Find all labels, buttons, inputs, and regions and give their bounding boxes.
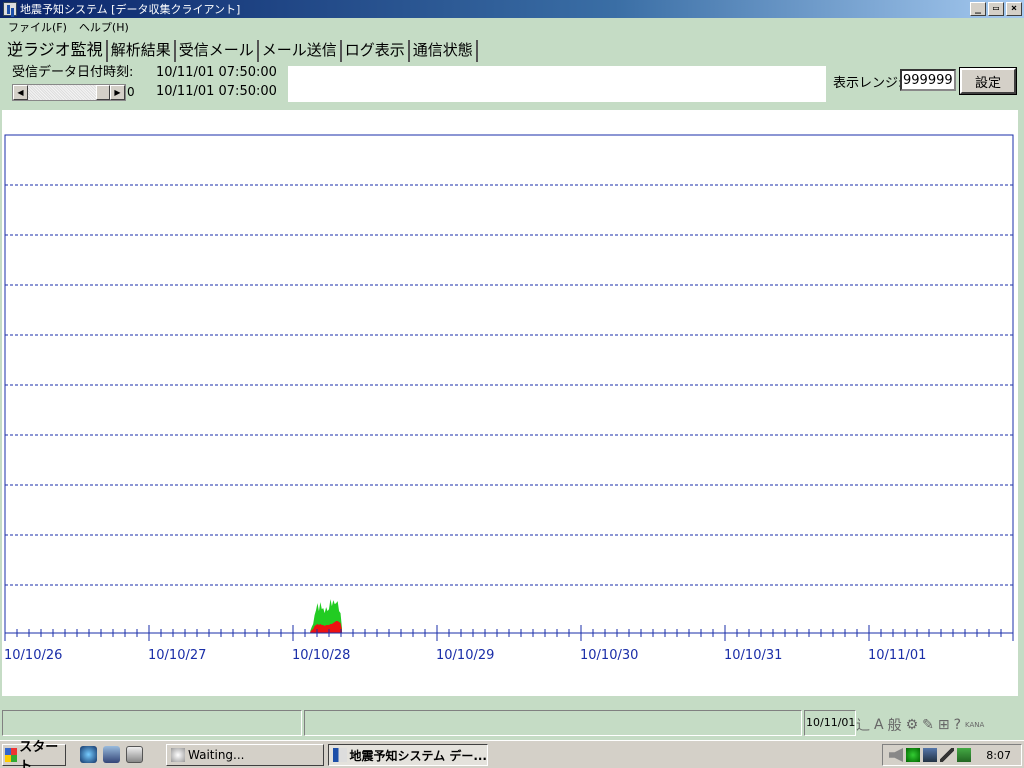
tab-received-mail[interactable]: 受信メール	[176, 40, 259, 62]
task-waiting[interactable]: Waiting...	[166, 744, 324, 766]
scroll-thumb[interactable]	[96, 85, 110, 100]
quick-launch	[80, 746, 143, 763]
ime-tools-icon[interactable]: ⚙	[906, 717, 919, 733]
receive-info: 受信データ日付時刻: 10/11/01 07:50:00	[12, 64, 277, 82]
set-button[interactable]: 設定	[959, 67, 1017, 95]
pen-icon[interactable]	[940, 748, 954, 762]
scroll-position-value: 0	[127, 85, 135, 99]
x-tick-label: 10/10/30	[580, 648, 638, 663]
internet-explorer-icon[interactable]	[80, 746, 97, 763]
menu-help[interactable]: ヘルプ(H)	[73, 19, 135, 35]
ime-toolbar: 辶 A 般 ⚙ ✎ ⊞ ? KANA	[856, 712, 1022, 738]
x-tick-label: 10/10/27	[148, 648, 206, 663]
app-icon[interactable]	[3, 2, 17, 16]
sync-icon[interactable]	[957, 748, 971, 762]
restore-button[interactable]: ▭	[988, 2, 1004, 16]
window-controls: _ ▭ ×	[968, 2, 1022, 16]
window-title: 地震予知システム [データ収集クライアント]	[20, 3, 241, 16]
plot-frame	[4, 134, 1014, 634]
x-tick-label: 10/10/26	[4, 648, 62, 663]
scroll-left-arrow-icon[interactable]: ◀	[13, 85, 28, 100]
earthquake-app-icon	[333, 748, 347, 762]
tab-reverse-radio-monitor[interactable]: 逆ラジオ監視	[4, 40, 108, 62]
start-button[interactable]: スタート	[2, 740, 66, 768]
outlook-express-icon[interactable]	[103, 746, 120, 763]
close-button[interactable]: ×	[1006, 2, 1022, 16]
title-bar: 地震予知システム [データ収集クライアント] _ ▭ ×	[0, 0, 1024, 18]
ime-dictionary-icon[interactable]: ⊞	[938, 717, 950, 733]
tab-analysis-results[interactable]: 解析結果	[108, 40, 176, 62]
display-range-label: 表示レンジ:	[833, 76, 903, 91]
message-area	[288, 66, 826, 102]
show-desktop-icon[interactable]	[126, 746, 143, 763]
task-waiting-label: Waiting...	[188, 748, 245, 762]
ime-input-mode-icon[interactable]: A	[874, 717, 884, 733]
menu-file[interactable]: ファイル(F)	[2, 19, 73, 35]
ime-conversion-mode-icon[interactable]: 般	[888, 715, 902, 735]
x-tick-label: 10/10/28	[292, 648, 350, 663]
time-scrollbar[interactable]: ◀ ▶	[12, 84, 126, 101]
receive-datetime-value: 10/11/01 07:50:00	[156, 65, 277, 80]
x-tick-label: 10/10/29	[436, 648, 494, 663]
display-range-input[interactable]	[900, 69, 956, 91]
monitor-chart: 10/10/26 10/10/27 10/10/28 10/10/29 10/10/30…	[4, 134, 1014, 663]
ime-handle-icon[interactable]: 辶	[856, 715, 870, 735]
scroll-track[interactable]	[28, 85, 96, 100]
taskbar: スタート Waiting... 地震予知システム デー... 8:07	[0, 740, 1024, 768]
system-tray: 8:07	[882, 744, 1022, 766]
network-icon[interactable]	[906, 748, 920, 762]
task-earthquake-system[interactable]: 地震予知システム デー...	[328, 744, 488, 766]
x-tick-label: 10/10/31	[724, 648, 782, 663]
receive-datetime-label: 受信データ日付時刻:	[12, 65, 134, 80]
ime-pad-icon[interactable]: ✎	[922, 717, 934, 733]
waiting-app-icon	[171, 748, 185, 762]
menu-bar: ファイル(F) ヘルプ(H)	[0, 18, 1024, 36]
volume-icon[interactable]	[889, 748, 903, 762]
tab-comm-status[interactable]: 通信状態	[410, 40, 478, 62]
start-label: スタート	[19, 740, 59, 768]
tab-log-view[interactable]: ログ表示	[342, 40, 410, 62]
status-pane-1	[2, 710, 302, 736]
clock: 8:07	[986, 748, 1011, 762]
status-date: 10/11/01	[806, 716, 856, 729]
monitor-chart-panel: 10/10/26 10/10/27 10/10/28 10/10/29 10/10/30…	[2, 110, 1018, 696]
tab-strip: 逆ラジオ監視 解析結果 受信メール メール送信 ログ表示 通信状態	[4, 38, 478, 62]
ime-kana-icon[interactable]: KANA	[965, 721, 984, 729]
scroll-datetime-value: 10/11/01 07:50:00	[156, 84, 277, 99]
scroll-right-arrow-icon[interactable]: ▶	[110, 85, 125, 100]
task-earthquake-label: 地震予知システム デー...	[349, 748, 488, 763]
tab-send-mail[interactable]: メール送信	[259, 40, 342, 62]
x-tick-label: 10/11/01	[868, 648, 926, 663]
windows-logo-icon	[5, 748, 18, 762]
ime-help-icon[interactable]: ?	[954, 717, 961, 733]
status-pane-2	[304, 710, 802, 736]
minimize-button[interactable]: _	[970, 2, 986, 16]
monitor-error-icon[interactable]	[923, 748, 937, 762]
